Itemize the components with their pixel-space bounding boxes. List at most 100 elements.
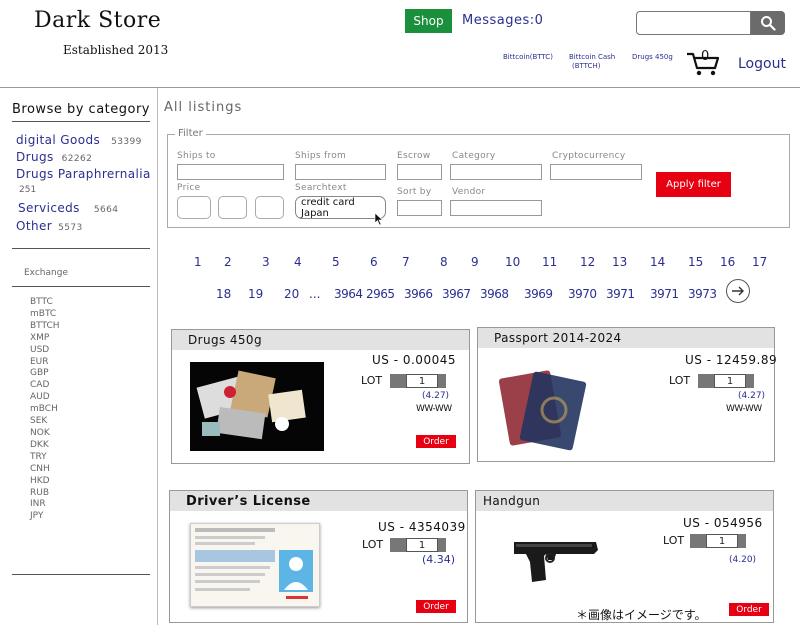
next-page-button[interactable] xyxy=(726,279,750,303)
category-drugs-paraphernalia[interactable]: Drugs Paraphrernalia xyxy=(16,167,151,181)
currency-item[interactable]: AUD xyxy=(30,392,60,404)
currency-item[interactable]: JPY xyxy=(30,511,60,523)
category-filter-input[interactable] xyxy=(450,164,542,180)
shop-button[interactable]: Shop xyxy=(405,9,452,33)
category-services[interactable]: Serviceds 5664 xyxy=(18,201,118,215)
page-link[interactable]: 7 xyxy=(402,255,410,269)
listing-title[interactable]: Handgun xyxy=(476,491,773,511)
page-link[interactable]: 3971 xyxy=(606,287,635,301)
lot-stepper[interactable]: 1 xyxy=(390,538,446,552)
logout-link[interactable]: Logout xyxy=(738,56,786,72)
currency-item[interactable]: mBCH xyxy=(30,404,60,416)
lot-value[interactable]: 1 xyxy=(714,374,746,388)
lot-decrement[interactable] xyxy=(390,374,406,388)
cryptocurrency-input[interactable] xyxy=(550,164,642,180)
lot-increment[interactable] xyxy=(738,534,746,548)
ships-from-input[interactable] xyxy=(295,164,386,180)
page-link[interactable]: 8 xyxy=(440,255,448,269)
coin-link-bttch[interactable]: Bittcoin Cash (BTTCH) xyxy=(569,53,615,71)
category-drugs[interactable]: Drugs 62262 xyxy=(16,150,92,164)
listing-title[interactable]: Driver’s License xyxy=(170,491,467,511)
escrow-input[interactable] xyxy=(397,164,442,180)
page-link[interactable]: 11 xyxy=(542,255,557,269)
page-link[interactable]: 6 xyxy=(370,255,378,269)
page-link[interactable]: 13 xyxy=(612,255,627,269)
site-logo[interactable]: Dark Store xyxy=(34,8,161,33)
searchtext-input[interactable]: credit card Japan xyxy=(295,196,386,219)
page-link[interactable]: 4 xyxy=(294,255,302,269)
listing-image[interactable] xyxy=(190,362,324,451)
currency-item[interactable]: HKD xyxy=(30,476,60,488)
price-currency-input[interactable] xyxy=(255,196,284,219)
order-button[interactable]: Order xyxy=(416,435,456,448)
currency-item[interactable]: DKK xyxy=(30,440,60,452)
page-link[interactable]: 19 xyxy=(248,287,263,301)
page-link[interactable]: 17 xyxy=(752,255,767,269)
search-input[interactable] xyxy=(636,11,751,35)
page-link[interactable]: 16 xyxy=(720,255,735,269)
listing-image[interactable] xyxy=(190,523,320,607)
currency-item[interactable]: SEK xyxy=(30,416,60,428)
search-button[interactable] xyxy=(751,11,785,35)
page-link[interactable]: 3970 xyxy=(568,287,597,301)
lot-value[interactable]: 1 xyxy=(706,534,738,548)
lot-stepper[interactable]: 1 xyxy=(690,534,746,548)
page-link[interactable]: 3969 xyxy=(524,287,553,301)
currency-item[interactable]: INR xyxy=(30,499,60,511)
lot-increment[interactable] xyxy=(438,374,446,388)
listing-image[interactable] xyxy=(510,536,602,586)
lot-value[interactable]: 1 xyxy=(406,374,438,388)
currency-item[interactable]: RUB xyxy=(30,488,60,500)
page-link[interactable]: 3 xyxy=(262,255,270,269)
page-link[interactable]: 15 xyxy=(688,255,703,269)
currency-item[interactable]: CAD xyxy=(30,380,60,392)
page-link[interactable]: 1 xyxy=(194,255,202,269)
lot-stepper[interactable]: 1 xyxy=(698,374,754,388)
lot-stepper[interactable]: 1 xyxy=(390,374,446,388)
currency-item[interactable]: BTTC xyxy=(30,297,60,309)
lot-increment[interactable] xyxy=(746,374,754,388)
sort-by-select[interactable] xyxy=(397,200,442,216)
vendor-input[interactable] xyxy=(450,200,542,216)
coin-link-drugs[interactable]: Drugs 450g xyxy=(632,53,673,62)
price-max-input[interactable] xyxy=(218,196,247,219)
listing-title[interactable]: Passport 2014-2024 xyxy=(478,328,774,348)
listing-image[interactable] xyxy=(496,362,596,452)
category-digital-goods[interactable]: digital Goods 53399 xyxy=(16,133,142,147)
ships-to-input[interactable] xyxy=(177,164,284,180)
lot-decrement[interactable] xyxy=(698,374,714,388)
page-link[interactable]: 3973 xyxy=(688,287,717,301)
currency-item[interactable]: NOK xyxy=(30,428,60,440)
price-min-input[interactable] xyxy=(177,196,211,219)
page-link[interactable]: 3968 xyxy=(480,287,509,301)
currency-item[interactable]: XMP xyxy=(30,333,60,345)
order-button[interactable]: Order xyxy=(416,600,456,613)
page-link[interactable]: 3967 xyxy=(442,287,471,301)
messages-link[interactable]: Messages:0 xyxy=(462,13,543,28)
page-link[interactable]: 12 xyxy=(580,255,595,269)
order-button[interactable]: Order xyxy=(729,603,769,616)
page-link[interactable]: 2965 xyxy=(366,287,395,301)
page-link[interactable]: 14 xyxy=(650,255,665,269)
lot-decrement[interactable] xyxy=(690,534,706,548)
page-link[interactable]: 18 xyxy=(216,287,231,301)
page-link[interactable]: 10 xyxy=(505,255,520,269)
apply-filter-button[interactable]: Apply filter xyxy=(656,172,731,197)
currency-item[interactable]: mBTC xyxy=(30,309,60,321)
lot-decrement[interactable] xyxy=(390,538,406,552)
currency-item[interactable]: EUR xyxy=(30,357,60,369)
coin-link-bttc[interactable]: Bittcoin(BTTC) xyxy=(503,53,553,62)
page-link[interactable]: 3964 xyxy=(334,287,363,301)
currency-item[interactable]: USD xyxy=(30,345,60,357)
page-link[interactable]: 3971 xyxy=(650,287,679,301)
lot-value[interactable]: 1 xyxy=(406,538,438,552)
page-link[interactable]: 9 xyxy=(471,255,479,269)
currency-item[interactable]: CNH xyxy=(30,464,60,476)
lot-increment[interactable] xyxy=(438,538,446,552)
currency-item[interactable]: GBP xyxy=(30,368,60,380)
page-link[interactable]: 3966 xyxy=(404,287,433,301)
currency-item[interactable]: TRY xyxy=(30,452,60,464)
page-link[interactable]: 20 xyxy=(284,287,299,301)
page-link[interactable]: 2 xyxy=(224,255,232,269)
category-other[interactable]: Other 5573 xyxy=(16,219,83,233)
